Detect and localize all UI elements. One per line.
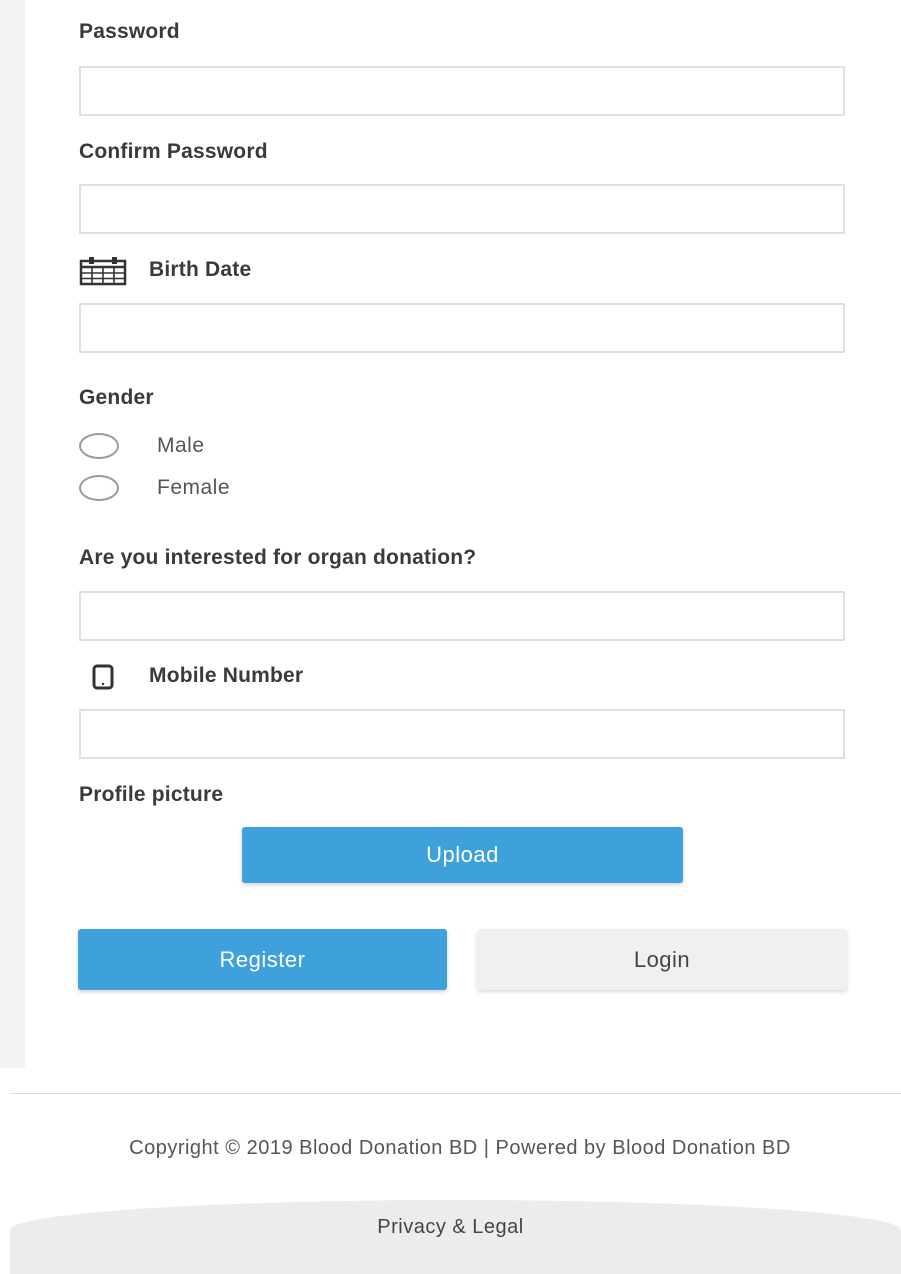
upload-button[interactable]: Upload xyxy=(242,827,683,883)
birth-date-label: Birth Date xyxy=(149,258,252,281)
calendar-icon xyxy=(79,256,127,291)
confirm-password-label: Confirm Password xyxy=(79,140,268,163)
organ-donation-field[interactable] xyxy=(79,591,845,641)
male-radio[interactable] xyxy=(79,433,119,459)
gender-option-female[interactable]: Female xyxy=(79,475,230,501)
gender-label: Gender xyxy=(79,386,154,409)
mobile-phone-icon xyxy=(92,664,114,695)
male-radio-label: Male xyxy=(157,434,205,457)
birth-date-field[interactable] xyxy=(79,303,845,353)
privacy-legal-link[interactable]: Privacy & Legal xyxy=(0,1216,901,1239)
login-button[interactable]: Login xyxy=(477,929,847,990)
female-radio[interactable] xyxy=(79,475,119,501)
gender-option-male[interactable]: Male xyxy=(79,433,205,459)
mobile-number-label: Mobile Number xyxy=(149,664,304,687)
confirm-password-field[interactable] xyxy=(79,184,845,234)
female-radio-label: Female xyxy=(157,476,231,499)
organ-donation-label: Are you interested for organ donation? xyxy=(79,546,477,569)
profile-picture-label: Profile picture xyxy=(79,783,224,806)
password-field[interactable] xyxy=(79,66,845,116)
mobile-number-field[interactable] xyxy=(79,709,845,759)
password-label: Password xyxy=(79,20,180,43)
footer-divider xyxy=(10,1093,901,1094)
register-button[interactable]: Register xyxy=(78,929,447,990)
copyright-text: Copyright © 2019 Blood Donation BD | Pow… xyxy=(129,1137,791,1159)
